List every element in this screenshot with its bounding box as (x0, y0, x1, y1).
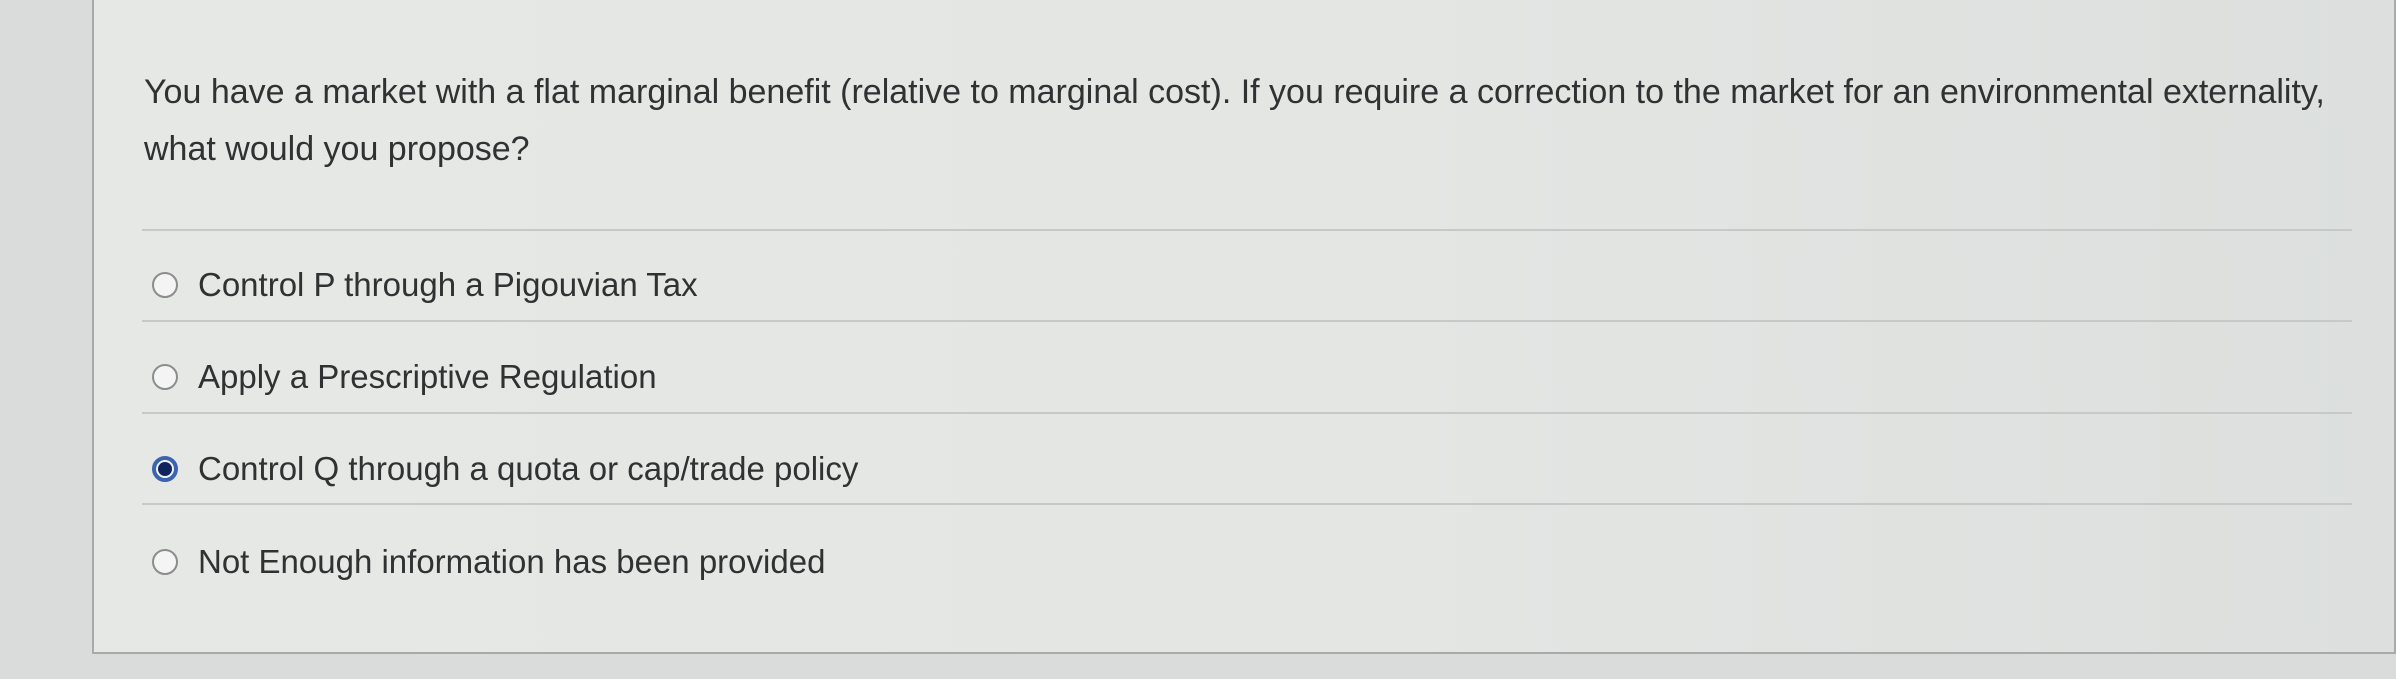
radio-button-selected[interactable] (152, 456, 178, 482)
option-label: Control Q through a quota or cap/trade p… (198, 450, 859, 487)
question-text: You have a market with a flat marginal b… (144, 73, 2325, 168)
radio-button[interactable] (152, 364, 178, 390)
option-prescriptive-regulation[interactable]: Apply a Prescriptive Regulation (152, 352, 657, 402)
option-label: Apply a Prescriptive Regulation (198, 358, 657, 395)
radio-selected-dot (158, 462, 172, 476)
divider (142, 320, 2352, 322)
option-label: Control P through a Pigouvian Tax (198, 266, 698, 303)
option-pigouvian-tax[interactable]: Control P through a Pigouvian Tax (152, 260, 698, 310)
divider (142, 412, 2352, 414)
divider (142, 503, 2352, 505)
option-quota-cap-trade[interactable]: Control Q through a quota or cap/trade p… (152, 444, 858, 494)
option-not-enough-information[interactable]: Not Enough information has been provided (152, 537, 825, 587)
option-label: Not Enough information has been provided (198, 543, 826, 580)
divider (142, 229, 2352, 231)
radio-button[interactable] (152, 272, 178, 298)
radio-button[interactable] (152, 549, 178, 575)
question-card: You have a market with a flat marginal b… (92, 0, 2396, 654)
